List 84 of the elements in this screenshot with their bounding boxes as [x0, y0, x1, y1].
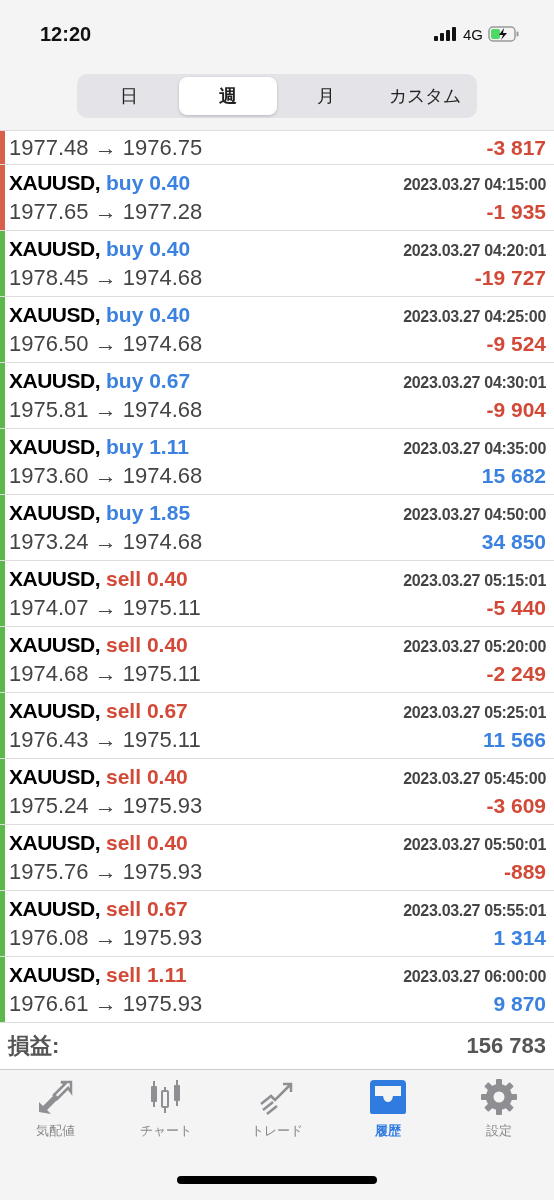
order-type: sell 0.67 [106, 896, 188, 921]
profit-value: -3 817 [486, 135, 546, 160]
deal-time: 2023.03.27 04:50:00 [403, 505, 546, 524]
order-type: buy 1.85 [106, 500, 191, 525]
price-change: 1976.08 → 1975.93 [9, 924, 203, 951]
price-change: 1976.50 → 1974.68 [9, 330, 203, 357]
inbox-tray-icon [367, 1078, 408, 1116]
period-tab[interactable]: 日 [80, 77, 179, 115]
order-type: buy 1.11 [106, 434, 189, 459]
profit-value: -19 727 [474, 265, 546, 290]
deal-time: 2023.03.27 05:55:01 [403, 901, 546, 920]
period-tab[interactable]: 週 [178, 77, 277, 115]
symbol: XAUUSD, [9, 170, 100, 195]
symbol: XAUUSD, [9, 764, 100, 789]
symbol: XAUUSD, [9, 236, 100, 261]
deal-time: 2023.03.27 04:30:01 [403, 373, 546, 392]
profit-value: -5 440 [486, 595, 546, 620]
order-type: buy 0.40 [106, 170, 191, 195]
deal-time: 2023.03.27 05:45:00 [403, 769, 546, 788]
order-type: sell 0.40 [106, 764, 188, 789]
order-type: buy 0.40 [106, 236, 191, 261]
network-label: 4G [463, 25, 483, 43]
deal-time: 2023.03.27 04:20:01 [403, 241, 546, 260]
price-change: 1973.60 → 1974.68 [9, 462, 203, 489]
deal-time: 2023.03.27 05:20:00 [403, 637, 546, 656]
profit-value: 15 682 [481, 463, 546, 488]
summary-label: 損益: [8, 1032, 60, 1060]
tab-bar-item[interactable]: 履歴 [332, 1078, 444, 1140]
profit-value: -889 [503, 859, 546, 884]
price-change: 1976.43 → 1975.11 [9, 726, 201, 753]
price-change: 1975.81 → 1974.68 [9, 396, 203, 423]
deal-time: 2023.03.27 05:15:01 [403, 571, 546, 590]
symbol: XAUUSD, [9, 896, 100, 921]
order-type: sell 0.40 [106, 566, 188, 591]
symbol: XAUUSD, [9, 500, 100, 525]
profit-value: -2 249 [486, 661, 546, 686]
order-type: sell 1.11 [106, 962, 187, 987]
tab-bar-item[interactable]: 気配値 [0, 1078, 111, 1140]
symbol: XAUUSD, [9, 698, 100, 723]
order-type: buy 0.67 [106, 368, 191, 393]
order-type: sell 0.67 [106, 698, 188, 723]
order-type: sell 0.40 [106, 632, 188, 657]
price-change: 1978.45 → 1974.68 [9, 264, 203, 291]
profit-value: -9 524 [486, 331, 546, 356]
tab-bar-item[interactable]: 設定 [443, 1078, 554, 1140]
tab-bar-item[interactable]: トレード [221, 1078, 333, 1140]
symbol: XAUUSD, [9, 566, 100, 591]
settings-icon [478, 1078, 519, 1116]
profit-value: 34 850 [481, 529, 546, 554]
signal-icon [434, 27, 458, 41]
order-type: buy 0.40 [106, 302, 191, 327]
price-change: 1975.76 → 1975.93 [9, 858, 203, 885]
symbol: XAUUSD, [9, 632, 100, 657]
period-tab[interactable]: カスタム [375, 77, 474, 115]
symbol: XAUUSD, [9, 962, 100, 987]
deal-time: 2023.03.27 04:15:00 [403, 175, 546, 194]
battery-charging-icon [488, 26, 520, 42]
deal-time: 2023.03.27 05:50:01 [403, 835, 546, 854]
symbol: XAUUSD, [9, 368, 100, 393]
profit-value: 9 870 [493, 991, 546, 1016]
deal-time: 2023.03.27 05:25:01 [403, 703, 546, 722]
order-type: sell 0.40 [106, 830, 188, 855]
price-change: 1977.65 → 1977.28 [9, 198, 203, 225]
tab-bar-item[interactable]: チャート [110, 1078, 222, 1140]
profit-value: -9 904 [486, 397, 546, 422]
price-change: 1976.61 → 1975.93 [9, 990, 203, 1017]
price-change: 1974.68 → 1975.11 [9, 660, 201, 687]
price-change: 1975.24 → 1975.93 [9, 792, 203, 819]
symbol: XAUUSD, [9, 302, 100, 327]
symbol: XAUUSD, [9, 830, 100, 855]
profit-value: 11 566 [482, 727, 546, 752]
period-tab[interactable]: 月 [277, 77, 376, 115]
deal-time: 2023.03.27 04:35:00 [403, 439, 546, 458]
status-time: 12:20 [40, 22, 92, 46]
price-change: 1974.07 → 1975.11 [9, 594, 201, 621]
price-change: 1977.48 → 1976.75 [9, 134, 203, 161]
price-change: 1973.24 → 1974.68 [9, 528, 203, 555]
profit-value: -3 609 [486, 793, 546, 818]
deal-time: 2023.03.27 04:25:00 [403, 307, 546, 326]
summary-value: 156 783 [466, 1033, 546, 1059]
profit-value: -1 935 [486, 199, 546, 224]
profit-value: 1 314 [493, 925, 546, 950]
symbol: XAUUSD, [9, 434, 100, 459]
deal-time: 2023.03.27 06:00:00 [403, 967, 546, 986]
